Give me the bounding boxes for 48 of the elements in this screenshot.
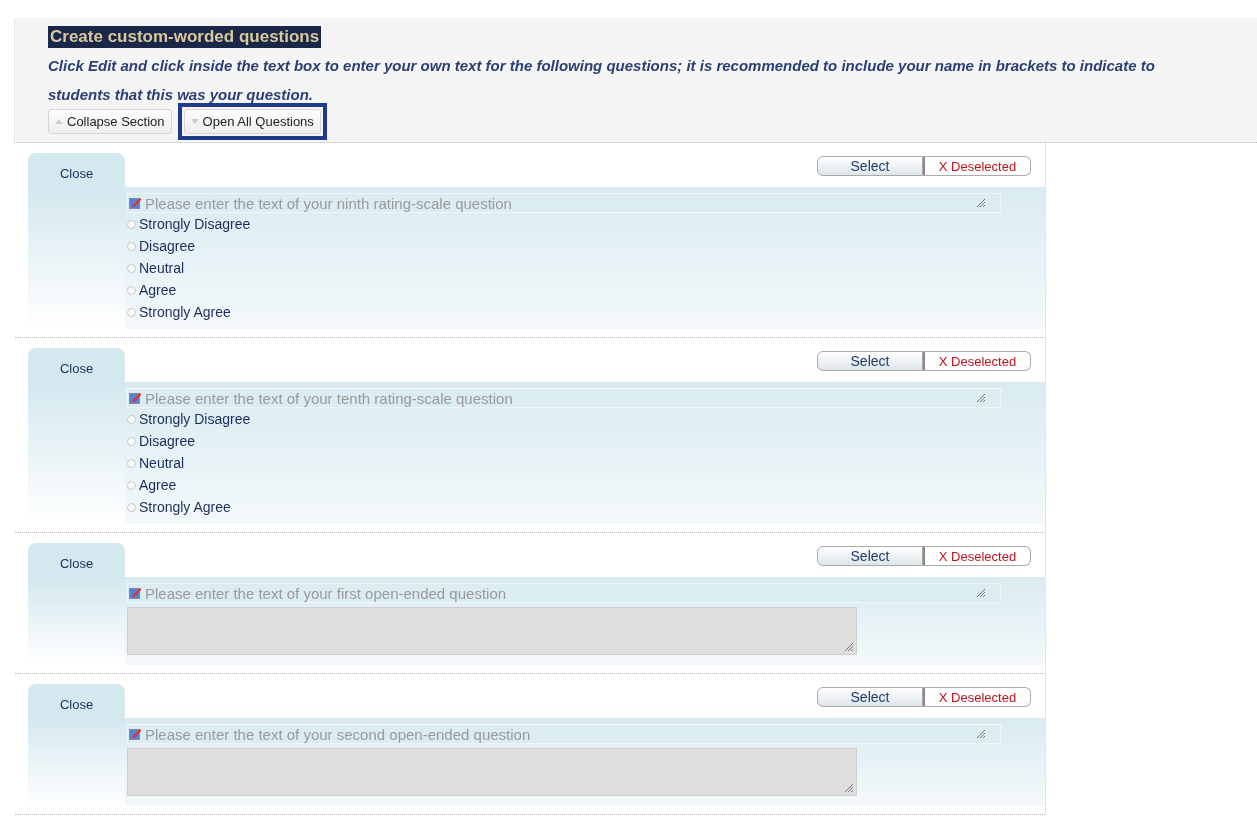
radio-button[interactable] xyxy=(127,436,136,446)
edit-icon xyxy=(129,728,142,740)
select-button[interactable]: Select xyxy=(817,687,923,707)
close-tab[interactable]: Close xyxy=(28,153,125,187)
radio-button[interactable] xyxy=(127,285,136,295)
option-label: Strongly Agree xyxy=(139,304,231,320)
resize-grip-icon[interactable] xyxy=(844,783,854,793)
radio-button[interactable] xyxy=(127,263,136,273)
deselected-button[interactable]: X Deselected xyxy=(923,351,1031,371)
open-all-button[interactable]: Open All Questions xyxy=(183,109,321,134)
radio-button[interactable] xyxy=(127,414,136,424)
radio-button[interactable] xyxy=(127,458,136,468)
option-label: Strongly Disagree xyxy=(139,216,251,232)
deselected-button[interactable]: X Deselected xyxy=(923,546,1031,566)
option-label: Neutral xyxy=(139,455,185,471)
down-triangle-icon xyxy=(190,119,199,124)
option-label: Neutral xyxy=(139,260,185,276)
section-title: Create custom-worded questions xyxy=(48,26,322,48)
option-label: Strongly Disagree xyxy=(139,411,251,427)
option-label: Agree xyxy=(139,477,177,493)
radio-button[interactable] xyxy=(127,502,136,512)
resize-grip-icon[interactable] xyxy=(976,729,986,739)
option-label: Disagree xyxy=(139,238,196,254)
resize-grip-icon[interactable] xyxy=(976,393,986,403)
collapse-section-button[interactable]: Collapse Section xyxy=(48,109,172,134)
instructions-text: Click Edit and click inside the text box to enter your own text for the following questions; it is recommended to include your name in brackets to indicate to students that this was your question. xyxy=(48,56,1156,105)
select-button[interactable]: Select xyxy=(817,351,923,371)
edit-icon xyxy=(129,392,142,404)
select-button[interactable]: Select xyxy=(817,546,923,566)
resize-grip-icon[interactable] xyxy=(976,198,986,208)
resize-grip-icon[interactable] xyxy=(976,588,986,598)
close-tab[interactable]: Close xyxy=(28,348,125,382)
radio-button[interactable] xyxy=(127,307,136,317)
option-label: Agree xyxy=(139,282,177,298)
radio-button[interactable] xyxy=(127,241,136,251)
close-tab[interactable]: Close xyxy=(28,543,125,577)
option-label: Strongly Agree xyxy=(139,499,231,515)
close-tab[interactable]: Close xyxy=(28,684,125,718)
select-button[interactable]: Select xyxy=(817,156,923,176)
deselected-button[interactable]: X Deselected xyxy=(923,687,1031,707)
edit-icon xyxy=(129,197,142,209)
radio-button[interactable] xyxy=(127,219,136,229)
radio-button[interactable] xyxy=(127,480,136,490)
resize-grip-icon[interactable] xyxy=(844,642,854,652)
edit-icon xyxy=(129,587,142,599)
option-label: Disagree xyxy=(139,433,196,449)
deselected-button[interactable]: X Deselected xyxy=(923,156,1031,176)
up-triangle-icon xyxy=(55,119,63,124)
